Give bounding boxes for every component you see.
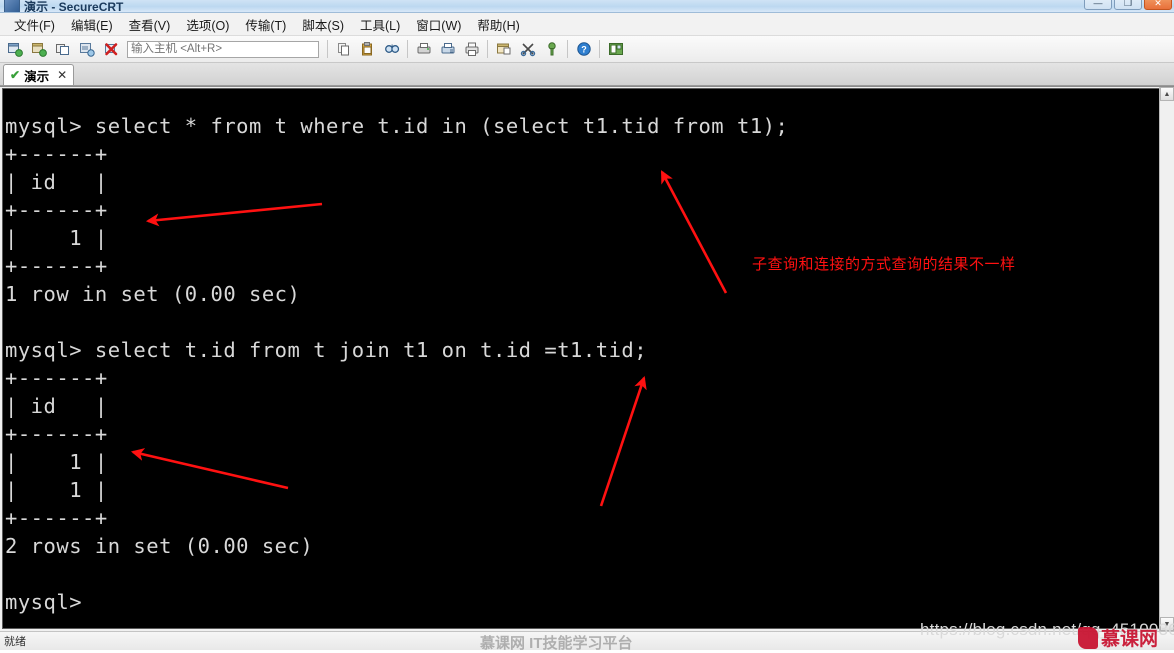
scroll-up-arrow-icon[interactable]: ▲ (1160, 87, 1174, 101)
disconnect-icon[interactable] (99, 38, 122, 61)
minimize-icon: — (1093, 0, 1103, 8)
toolbar-separator (327, 40, 328, 58)
host-input[interactable] (127, 40, 319, 58)
maximize-button[interactable]: ❐ (1114, 0, 1142, 10)
connect-sftp-icon[interactable] (75, 38, 98, 61)
toolbar-separator (407, 40, 408, 58)
window-controls: — ❐ ✕ (1084, 0, 1172, 10)
logo-watermark: 慕课网 (1078, 624, 1158, 651)
securecrt-window: 演示 - SecureCRT — ❐ ✕ 文件(F) 编辑(E) 查看(V) 选… (0, 0, 1174, 650)
session-manager-icon[interactable] (604, 38, 627, 61)
disconnect-all-icon[interactable] (516, 38, 539, 61)
logo-mark-icon (1078, 626, 1098, 649)
terminal-screen[interactable]: mysql> select * from t where t.id in (se… (2, 88, 1172, 629)
status-text: 就绪 (4, 636, 26, 648)
terminal-output: mysql> select * from t where t.id in (se… (5, 113, 789, 614)
tab-strip: ✔ 演示 ✕ (0, 63, 1174, 86)
key-icon[interactable] (540, 38, 563, 61)
tab-demo[interactable]: ✔ 演示 ✕ (3, 64, 75, 85)
new-session-icon[interactable] (3, 38, 26, 61)
paste-icon[interactable] (356, 38, 379, 61)
menu-bar: 文件(F) 编辑(E) 查看(V) 选项(O) 传输(T) 脚本(S) 工具(L… (0, 13, 1174, 36)
close-button[interactable]: ✕ (1144, 0, 1172, 10)
copy-icon[interactable] (332, 38, 355, 61)
tab-label: 演示 (24, 69, 50, 84)
session-options-icon[interactable] (492, 38, 515, 61)
print-screen-icon[interactable] (460, 38, 483, 61)
logo-text: 慕课网 (1101, 629, 1159, 650)
quick-connect-icon[interactable] (27, 38, 50, 61)
menu-item-help[interactable]: 帮助(H) (469, 13, 527, 36)
menu-item-file[interactable]: 文件(F) (6, 13, 63, 36)
toolbar: ? (0, 36, 1174, 63)
menu-item-window[interactable]: 窗口(W) (408, 13, 469, 36)
window-title: 演示 - SecureCRT (24, 0, 124, 13)
app-icon (4, 0, 20, 12)
terminal-container: mysql> select * from t where t.id in (se… (0, 86, 1174, 631)
minimize-button[interactable]: — (1084, 0, 1112, 10)
print-icon[interactable] (412, 38, 435, 61)
check-icon: ✔ (10, 68, 21, 82)
menu-item-edit[interactable]: 编辑(E) (63, 13, 121, 36)
maximize-icon: ❐ (1123, 0, 1133, 8)
toolbar-separator (599, 40, 600, 58)
close-icon: ✕ (1154, 0, 1162, 8)
help-icon[interactable]: ? (572, 38, 595, 61)
find-icon[interactable] (380, 38, 403, 61)
menu-item-options[interactable]: 选项(O) (178, 13, 237, 36)
annotation-note: 子查询和连接的方式查询的结果不一样 (752, 255, 1016, 273)
menu-item-view[interactable]: 查看(V) (121, 13, 179, 36)
terminal-scrollbar[interactable]: ▲ ▼ (1159, 87, 1174, 631)
svg-text:?: ? (581, 45, 587, 55)
menu-item-tools[interactable]: 工具(L) (352, 13, 408, 36)
clone-session-icon[interactable] (51, 38, 74, 61)
tab-close-icon[interactable]: ✕ (57, 69, 67, 81)
title-bar: 演示 - SecureCRT — ❐ ✕ (0, 0, 1174, 13)
menu-item-script[interactable]: 脚本(S) (294, 13, 352, 36)
toolbar-separator (487, 40, 488, 58)
menu-item-transfer[interactable]: 传输(T) (237, 13, 294, 36)
log-session-icon[interactable] (436, 38, 459, 61)
toolbar-separator (567, 40, 568, 58)
